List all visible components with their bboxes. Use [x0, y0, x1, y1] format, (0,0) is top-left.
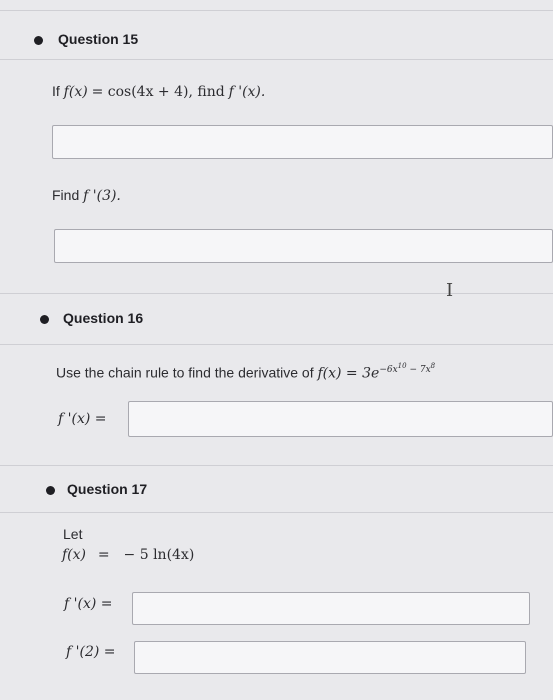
text-cursor-icon: I	[446, 280, 454, 301]
question-prompt: Use the chain rule to find the derivativ…	[56, 362, 435, 382]
divider	[0, 293, 553, 294]
answer-field-value[interactable]	[54, 229, 553, 263]
divider	[0, 512, 553, 513]
derivative-label: f '(x) =	[64, 596, 113, 612]
function-expression: − 5 ln(4x)	[123, 547, 195, 563]
answer-field-derivative[interactable]	[52, 125, 553, 159]
exponent-power2: 8	[430, 362, 436, 370]
exponent-term2: − 7x	[406, 365, 431, 375]
function-symbol: f(x)	[63, 84, 88, 100]
answer-field-derivative[interactable]	[132, 592, 530, 625]
let-label: Let	[63, 526, 83, 542]
function-expression: = cos(4x + 4), find	[91, 84, 225, 100]
function-symbol: f(x)	[62, 547, 87, 563]
question-bullet-icon	[46, 486, 55, 495]
prompt-prefix: If	[52, 83, 60, 99]
question-bullet-icon	[34, 36, 43, 45]
value-label: f '(2) =	[66, 644, 116, 660]
exponent-power1: 10	[397, 362, 407, 370]
function-expression: f(x) = 3e	[317, 365, 380, 382]
divider	[0, 344, 553, 345]
divider	[0, 465, 553, 466]
find-label: Find	[52, 187, 80, 203]
find-expression: f '(3).	[83, 188, 121, 204]
question-bullet-icon	[40, 315, 49, 324]
answer-label: f '(x) =	[58, 411, 107, 427]
question-title: Question 16	[63, 310, 144, 326]
question-title: Question 15	[58, 31, 139, 47]
equals-sign: =	[97, 547, 110, 563]
question-prompt: If f(x) = cos(4x + 4), find f '(x).	[52, 83, 265, 100]
find-prompt: Find f '(3).	[52, 187, 121, 204]
divider	[0, 10, 553, 11]
exponent: −6x10 − 7x8	[379, 362, 436, 375]
prompt-text: Use the chain rule to find the derivativ…	[56, 364, 314, 381]
answer-field-derivative[interactable]	[128, 401, 553, 437]
function-definition: f(x) = − 5 ln(4x)	[62, 546, 194, 563]
divider	[0, 59, 553, 60]
question-title: Question 17	[67, 481, 148, 497]
derivative-symbol: f '(x).	[228, 84, 266, 100]
answer-field-value[interactable]	[134, 641, 526, 674]
exponent-term1: −6x	[379, 365, 398, 375]
